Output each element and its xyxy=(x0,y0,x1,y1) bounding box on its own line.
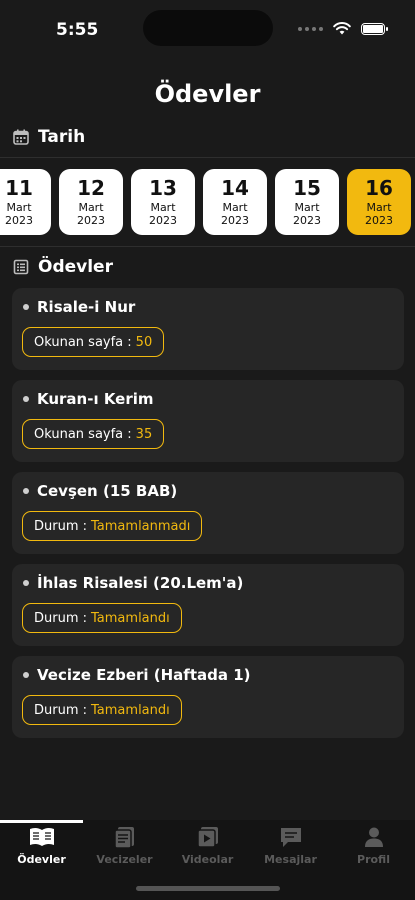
task-status-value: Tamamlandı xyxy=(91,702,170,718)
date-month: Mart xyxy=(150,201,176,214)
date-day: 16 xyxy=(365,176,393,200)
date-day: 15 xyxy=(293,176,321,200)
tab-label: Mesajlar xyxy=(264,853,317,866)
task-title: Kuran-ı Kerim xyxy=(23,390,154,408)
task-title: Risale-i Nur xyxy=(23,298,135,316)
task-title-text: Cevşen (15 BAB) xyxy=(37,482,178,500)
task-card[interactable]: Risale-i Nur Okunan sayfa : 50 xyxy=(12,288,404,370)
bullet-icon xyxy=(23,488,29,494)
date-month: Mart xyxy=(78,201,104,214)
date-card[interactable]: 15 Mart 2023 xyxy=(275,169,339,235)
task-status-label: Okunan sayfa : xyxy=(34,334,132,350)
divider xyxy=(0,157,415,158)
divider xyxy=(0,246,415,247)
date-year: 2023 xyxy=(77,214,105,227)
list-icon xyxy=(12,258,30,276)
tab-label: Vecizeler xyxy=(96,853,153,866)
wifi-icon xyxy=(333,22,351,35)
task-card[interactable]: Cevşen (15 BAB) Durum : Tamamlanmadı xyxy=(12,472,404,554)
date-section-header: Tarih xyxy=(12,127,85,147)
date-day: 13 xyxy=(149,176,177,200)
status-time: 5:55 xyxy=(56,20,99,40)
task-title-text: İhlas Risalesi (20.Lem'a) xyxy=(37,574,244,592)
date-month: Mart xyxy=(366,201,392,214)
tab-label: Ödevler xyxy=(17,853,66,866)
active-tab-indicator xyxy=(0,820,83,823)
signal-icon xyxy=(298,26,323,31)
home-indicator[interactable] xyxy=(136,886,280,891)
calendar-icon xyxy=(12,128,30,146)
task-status-value: 35 xyxy=(135,426,153,442)
tasks-section-header: Ödevler xyxy=(12,257,113,277)
task-title-text: Vecize Ezberi (Haftada 1) xyxy=(37,666,251,684)
task-status-pill: Okunan sayfa : 50 xyxy=(22,327,165,357)
task-status-label: Durum : xyxy=(34,610,88,626)
chat-icon xyxy=(249,824,332,850)
tab-vecizeler[interactable]: Vecizeler xyxy=(83,824,166,874)
bullet-icon xyxy=(23,304,29,310)
date-year: 2023 xyxy=(5,214,33,227)
task-card[interactable]: Kuran-ı Kerim Okunan sayfa : 35 xyxy=(12,380,404,462)
task-card[interactable]: Vecize Ezberi (Haftada 1) Durum : Tamaml… xyxy=(12,656,404,738)
task-status-pill: Durum : Tamamlandı xyxy=(22,695,182,725)
bullet-icon xyxy=(23,396,29,402)
date-card[interactable]: 12 Mart 2023 xyxy=(59,169,123,235)
tab-videolar[interactable]: Videolar xyxy=(166,824,249,874)
book-open-icon xyxy=(0,824,83,850)
user-icon xyxy=(332,824,415,850)
task-status-label: Durum : xyxy=(34,702,88,718)
task-status-value: 50 xyxy=(135,334,153,350)
date-month: Mart xyxy=(294,201,320,214)
date-year: 2023 xyxy=(365,214,393,227)
date-year: 2023 xyxy=(293,214,321,227)
bullet-icon xyxy=(23,672,29,678)
date-card-selected[interactable]: 16 Mart 2023 xyxy=(347,169,411,235)
date-card[interactable]: 14 Mart 2023 xyxy=(203,169,267,235)
task-status-value: Tamamlandı xyxy=(91,610,170,626)
video-icon xyxy=(166,824,249,850)
page-title: Ödevler xyxy=(154,80,261,108)
tab-label: Profil xyxy=(357,853,390,866)
tasks-section-title: Ödevler xyxy=(38,257,113,277)
tab-mesajlar[interactable]: Mesajlar xyxy=(249,824,332,874)
date-section-title: Tarih xyxy=(38,127,86,147)
task-status-label: Durum : xyxy=(34,518,88,534)
task-title: Cevşen (15 BAB) xyxy=(23,482,177,500)
dynamic-island xyxy=(143,10,273,46)
task-title-text: Kuran-ı Kerim xyxy=(37,390,154,408)
notes-icon xyxy=(83,824,166,850)
date-card[interactable]: 13 Mart 2023 xyxy=(131,169,195,235)
date-card[interactable]: 11 Mart 2023 xyxy=(0,169,51,235)
date-year: 2023 xyxy=(221,214,249,227)
battery-icon xyxy=(361,22,388,35)
date-day: 12 xyxy=(77,176,105,200)
date-year: 2023 xyxy=(149,214,177,227)
task-status-pill: Durum : Tamamlanmadı xyxy=(22,511,203,541)
task-card[interactable]: İhlas Risalesi (20.Lem'a) Durum : Tamaml… xyxy=(12,564,404,646)
status-icons xyxy=(298,22,388,35)
task-title-text: Risale-i Nur xyxy=(37,298,136,316)
tab-odevler[interactable]: Ödevler xyxy=(0,824,83,874)
status-bar: 5:55 xyxy=(0,0,415,60)
date-month: Mart xyxy=(6,201,32,214)
task-status-value: Tamamlanmadı xyxy=(91,518,191,534)
tab-profil[interactable]: Profil xyxy=(332,824,415,874)
bullet-icon xyxy=(23,580,29,586)
date-day: 11 xyxy=(5,176,33,200)
task-status-label: Okunan sayfa : xyxy=(34,426,132,442)
date-selector[interactable]: 11 Mart 2023 12 Mart 2023 13 Mart 2023 1… xyxy=(0,169,415,235)
task-title: Vecize Ezberi (Haftada 1) xyxy=(23,666,251,684)
date-day: 14 xyxy=(221,176,249,200)
tab-label: Videolar xyxy=(181,853,234,866)
date-month: Mart xyxy=(222,201,248,214)
task-status-pill: Okunan sayfa : 35 xyxy=(22,419,165,449)
task-title: İhlas Risalesi (20.Lem'a) xyxy=(23,574,243,592)
task-status-pill: Durum : Tamamlandı xyxy=(22,603,182,633)
